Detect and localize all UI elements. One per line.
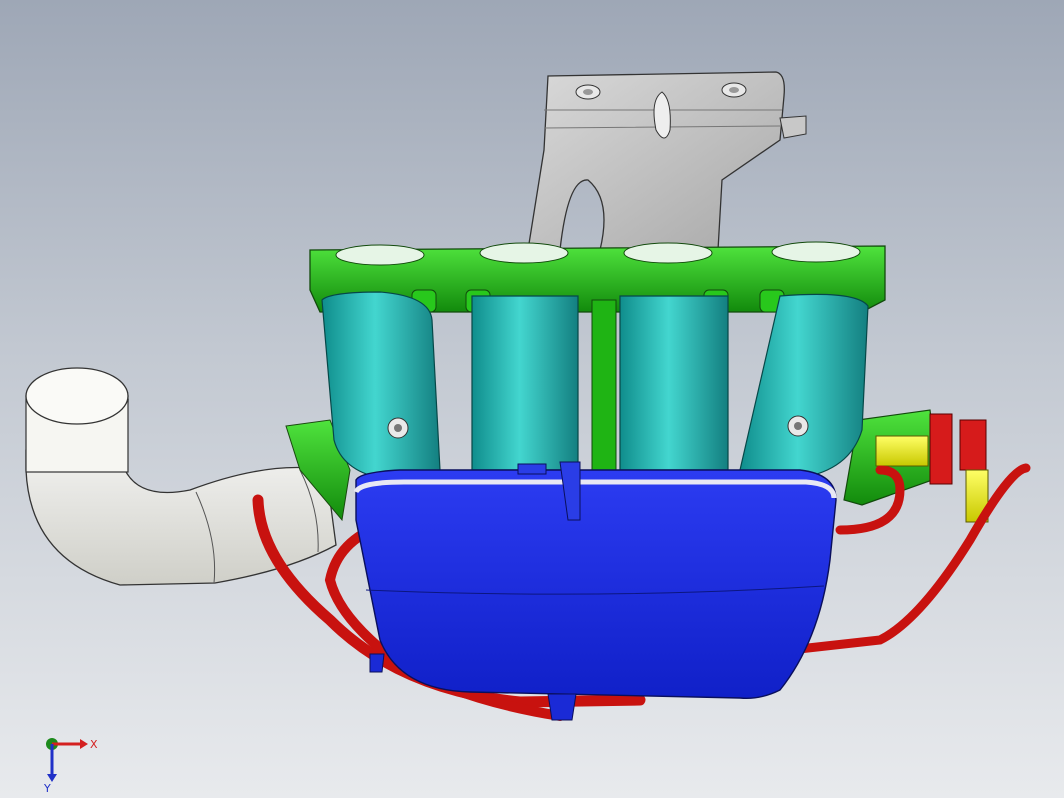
intake-manifold-model[interactable] — [0, 0, 1064, 798]
graphics-viewport[interactable]: X Y — [0, 0, 1064, 798]
x-axis-label: X — [90, 738, 98, 751]
air-inlet-elbow[interactable] — [25, 367, 337, 586]
mounting-bracket[interactable] — [527, 71, 807, 251]
coordinate-axes-icon: X Y — [43, 738, 98, 794]
y-axis-label: Y — [43, 782, 51, 794]
x-axis-arrowhead — [80, 739, 88, 749]
z-axis-arrowhead — [47, 774, 57, 782]
plenum[interactable] — [353, 461, 837, 721]
